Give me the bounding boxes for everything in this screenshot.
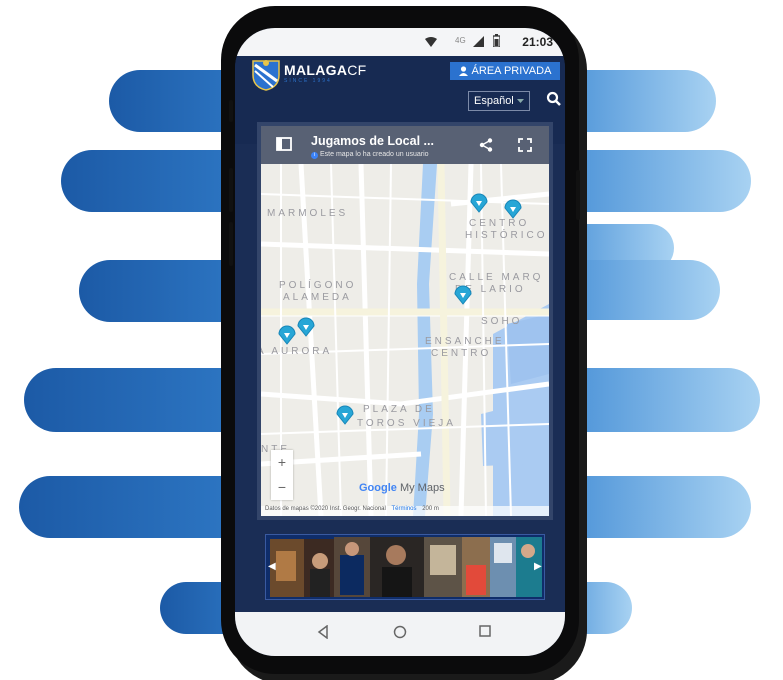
status-bar: 4G 21:03 — [235, 28, 565, 56]
map-attribution: Datos de mapas ©2020 Inst. Geogr. Nacion… — [265, 506, 386, 512]
back-icon[interactable] — [317, 625, 329, 639]
map-label: ENSANCHE — [425, 336, 505, 347]
map-canvas[interactable]: MARMOLES CENTRO HISTÓRICO POLÍGONO ALAME… — [261, 164, 549, 516]
phone-side-button — [229, 100, 233, 122]
map-toolbar: Jugamos de Local ... i Este mapa lo ha cr… — [261, 126, 549, 164]
google-my-maps-branding: Google My Maps — [359, 482, 445, 494]
status-time: 21:03 — [522, 35, 553, 49]
club-crest-icon[interactable] — [251, 59, 281, 91]
private-area-button[interactable]: ÁREA PRIVADA — [450, 62, 560, 80]
sidebar-icon[interactable] — [276, 137, 292, 151]
zoom-in-button[interactable]: + — [271, 450, 293, 475]
zoom-out-button[interactable]: − — [271, 475, 293, 500]
map-label: HISTÓRICO — [465, 228, 548, 241]
recents-icon[interactable] — [479, 625, 491, 637]
map-terms-link[interactable]: Términos — [392, 506, 417, 512]
embedded-map: Jugamos de Local ... i Este mapa lo ha cr… — [257, 122, 553, 520]
map-label: CENTRO — [431, 348, 491, 359]
private-area-label: ÁREA PRIVADA — [471, 65, 552, 77]
map-subtitle: i Este mapa lo ha creado un usuario — [311, 151, 429, 159]
map-footer: Datos de mapas ©2020 Inst. Geogr. Nacion… — [261, 506, 549, 516]
club-logo-text[interactable]: MALAGACF — [284, 62, 367, 78]
network-type: 4G — [455, 36, 466, 45]
map-label: SOHO — [481, 316, 522, 327]
fullscreen-icon[interactable] — [518, 138, 532, 152]
signal-icon — [473, 36, 484, 47]
battery-icon — [493, 34, 500, 47]
photo-thumbnail[interactable] — [424, 537, 462, 597]
system-nav-bar — [235, 612, 565, 656]
user-icon — [458, 66, 468, 76]
phone-screen: 4G 21:03 MALAGACF SINCE 1994 ÁREA PRIVAD… — [235, 28, 565, 656]
language-value: Español — [474, 95, 514, 107]
map-title: Jugamos de Local ... — [311, 134, 434, 148]
photo-thumbnail[interactable] — [462, 537, 490, 597]
carousel-next-icon[interactable]: ▶ — [534, 561, 542, 572]
logo-light: CF — [347, 62, 367, 78]
map-label: TOROS VIEJA — [357, 418, 456, 429]
carousel-photos — [266, 535, 544, 599]
map-subtitle-text: Este mapa lo ha creado un usuario — [320, 151, 429, 158]
map-label: ALAMEDA — [283, 292, 352, 303]
map-label: POLÍGONO — [279, 278, 356, 291]
map-streets: MARMOLES CENTRO HISTÓRICO POLÍGONO ALAME… — [261, 164, 549, 516]
phone-side-button — [229, 168, 233, 212]
photo-thumbnail[interactable] — [490, 537, 516, 597]
map-label: CALLE MARQ — [449, 272, 543, 283]
photo-thumbnail[interactable] — [334, 537, 370, 597]
carousel-prev-icon[interactable]: ◀ — [268, 561, 276, 572]
map-label: CENTRO — [469, 218, 529, 229]
my-maps-label: My Maps — [399, 482, 445, 494]
map-label: A AURORA — [261, 346, 332, 357]
language-select[interactable]: Español — [468, 91, 530, 111]
photo-thumbnail[interactable] — [304, 539, 334, 597]
logo-tagline: SINCE 1994 — [284, 78, 332, 84]
phone-power-button — [576, 170, 580, 220]
chevron-down-icon — [516, 98, 524, 103]
map-scale: 200 m — [422, 506, 439, 512]
phone-side-button — [229, 222, 233, 266]
search-icon[interactable] — [546, 90, 562, 108]
photo-thumbnail[interactable] — [370, 537, 424, 597]
logo-bold: MALAGA — [284, 62, 348, 78]
info-icon: i — [311, 152, 318, 159]
photo-carousel[interactable]: ◀ ▶ — [265, 534, 545, 600]
map-label: PLAZA DE — [363, 404, 435, 415]
map-zoom-control: + − — [271, 450, 293, 500]
google-logo: Google — [359, 482, 397, 494]
map-label: MARMOLES — [267, 208, 348, 219]
wifi-icon — [425, 37, 437, 47]
home-icon[interactable] — [393, 625, 407, 639]
share-icon[interactable] — [479, 138, 493, 152]
